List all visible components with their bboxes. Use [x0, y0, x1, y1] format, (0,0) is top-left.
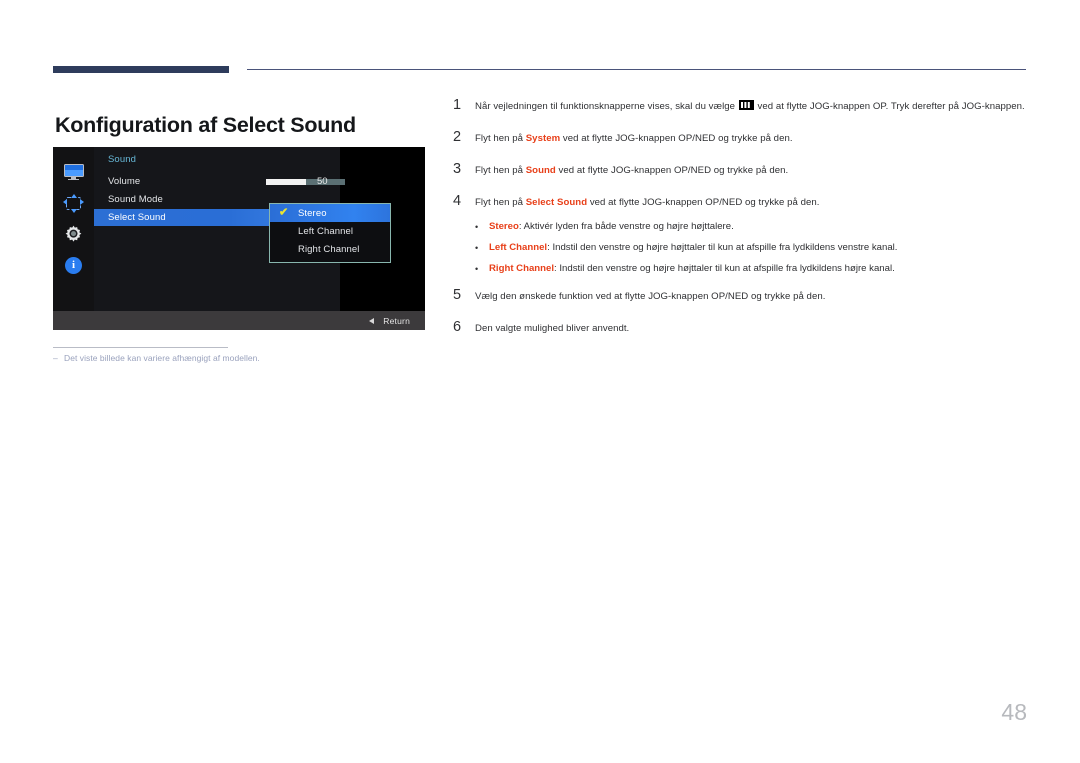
picture-icon — [63, 163, 84, 181]
osd-screenshot: i Sound Volume Sound Mode Select Sound 5… — [53, 147, 425, 330]
footnote: ‒ Det viste billede kan variere afhængig… — [53, 353, 473, 363]
step-number: 2 — [453, 129, 462, 145]
step-text: Flyt hen på Select Sound ved at flytte J… — [475, 194, 1028, 212]
dropdown-item-label: Right Channel — [298, 243, 360, 255]
bullet-icon: • — [475, 264, 479, 274]
bullet-text: Left Channel: Indstil den venstre og høj… — [489, 239, 1028, 257]
bullet-description: : Indstil den venstre og højre højttaler… — [547, 242, 898, 253]
dropdown-item-right-channel[interactable]: Right Channel — [270, 240, 390, 258]
footnote-dash: ‒ — [53, 353, 58, 363]
footnote-rule — [53, 347, 228, 348]
return-label[interactable]: Return — [383, 316, 410, 326]
osd-menu-title: Sound — [108, 154, 136, 165]
check-icon: ✔ — [279, 206, 289, 219]
step-highlight: Sound — [525, 165, 556, 176]
step-1: 1 Når vejledningen til funktionsknappern… — [453, 98, 1028, 116]
bullet-item-stereo: • Stereo: Aktivér lyden fra både venstre… — [453, 218, 1028, 236]
header-accent-bar — [53, 66, 229, 73]
dropdown-item-label: Left Channel — [298, 225, 354, 237]
step-highlight: Select Sound — [525, 197, 588, 208]
step-text-part1: Når vejledningen til funktionsknapperne … — [475, 101, 738, 112]
option-bullet-list: • Stereo: Aktivér lyden fra både venstre… — [453, 218, 1028, 278]
dropdown-item-label: Stereo — [298, 207, 327, 219]
page-number: 48 — [1001, 699, 1027, 725]
bullet-highlight: Stereo — [489, 221, 519, 232]
bullet-text: Stereo: Aktivér lyden fra både venstre o… — [489, 218, 1028, 236]
step-text-part1: Flyt hen på — [475, 133, 526, 144]
step-text-part1: Flyt hen på — [475, 197, 526, 208]
osd-sidebar: i — [53, 147, 94, 311]
dropdown-item-left-channel[interactable]: Left Channel — [270, 222, 390, 240]
step-text: Flyt hen på Sound ved at flytte JOG-knap… — [475, 162, 1028, 180]
system-gear-icon — [63, 224, 84, 245]
volume-value: 50 — [317, 176, 328, 187]
step-text: Den valgte mulighed bliver anvendt. — [475, 320, 1028, 338]
osd-row-volume[interactable]: Volume — [94, 173, 345, 190]
picture-size-icon — [63, 193, 84, 213]
step-2: 2 Flyt hen på System ved at flytte JOG-k… — [453, 130, 1028, 148]
sidebar-item-picture-size[interactable] — [53, 189, 94, 217]
bullet-highlight: Right Channel — [489, 263, 555, 274]
step-text-part2: ved at flytte JOG-knappen OP/NED og tryk… — [560, 133, 793, 144]
step-text-part2: ved at flytte JOG-knappen OP/NED og tryk… — [587, 197, 820, 208]
osd-label-select-sound: Select Sound — [108, 212, 166, 223]
step-number: 3 — [453, 161, 462, 177]
bullet-icon: • — [475, 222, 479, 232]
step-4: 4 Flyt hen på Select Sound ved at flytte… — [453, 194, 1028, 212]
step-text-part2: ved at flytte JOG-knappen OP/NED og tryk… — [555, 165, 789, 176]
step-text-part1: Flyt hen på — [475, 165, 526, 176]
sidebar-item-system[interactable] — [53, 220, 94, 248]
steps-list: 1 Når vejledningen til funktionsknappern… — [453, 98, 1028, 352]
document-page: Konfiguration af Select Sound i Sound Vo… — [0, 0, 1080, 763]
bullet-item-right-channel: • Right Channel: Indstil den venstre og … — [453, 260, 1028, 278]
step-highlight: System — [525, 133, 561, 144]
osd-label-sound-mode: Sound Mode — [108, 194, 163, 205]
left-arrow-icon — [369, 317, 375, 324]
step-text-part2: ved at flytte JOG-knappen OP. Tryk deref… — [754, 101, 1025, 112]
osd-label-volume: Volume — [108, 176, 141, 187]
page-title: Konfiguration af Select Sound — [55, 113, 356, 138]
select-sound-dropdown[interactable]: ✔ Stereo Left Channel Right Channel — [269, 203, 391, 263]
dropdown-item-stereo[interactable]: ✔ Stereo — [270, 204, 390, 222]
step-6: 6 Den valgte mulighed bliver anvendt. — [453, 320, 1028, 338]
step-text: Vælg den ønskede funktion ved at flytte … — [475, 288, 1028, 306]
information-icon: i — [65, 256, 82, 274]
step-text-part1: Vælg den ønskede funktion ved at flytte … — [475, 291, 826, 302]
osd-footer: Return — [53, 311, 425, 330]
bullet-highlight: Left Channel — [489, 242, 548, 253]
header-rule-line — [247, 69, 1026, 70]
sidebar-item-picture[interactable] — [53, 158, 94, 186]
step-text: Når vejledningen til funktionsknapperne … — [475, 98, 1028, 116]
bullet-description: : Indstil den venstre og højre højttaler… — [554, 263, 895, 274]
step-text-part1: Den valgte mulighed bliver anvendt. — [475, 323, 630, 334]
step-text: Flyt hen på System ved at flytte JOG-kna… — [475, 130, 1028, 148]
bullet-icon: • — [475, 243, 479, 253]
step-5: 5 Vælg den ønskede funktion ved at flytt… — [453, 288, 1028, 306]
menu-grid-icon — [738, 100, 754, 110]
step-number: 1 — [453, 97, 462, 113]
bullet-text: Right Channel: Indstil den venstre og hø… — [489, 260, 1028, 278]
footnote-text: Det viste billede kan variere afhængigt … — [64, 353, 260, 363]
sidebar-item-information[interactable]: i — [53, 251, 94, 279]
step-3: 3 Flyt hen på Sound ved at flytte JOG-kn… — [453, 162, 1028, 180]
step-number: 5 — [453, 287, 462, 303]
step-number: 4 — [453, 193, 462, 209]
bullet-item-left-channel: • Left Channel: Indstil den venstre og h… — [453, 239, 1028, 257]
bullet-description: : Aktivér lyden fra både venstre og højr… — [518, 221, 734, 232]
step-number: 6 — [453, 319, 462, 335]
